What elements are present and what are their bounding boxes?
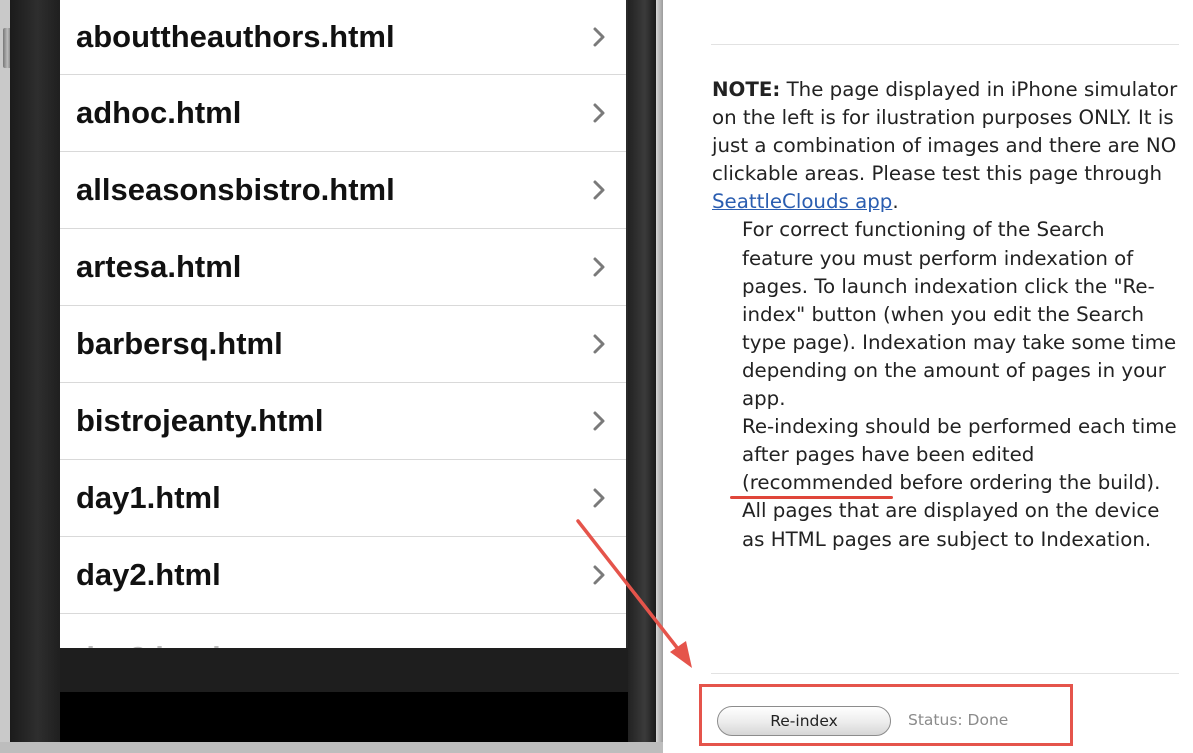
note-p1-end: . <box>892 190 899 214</box>
list-item[interactable]: day2.html <box>60 537 626 614</box>
chevron-right-icon <box>593 411 605 431</box>
chevron-right-icon <box>593 257 605 277</box>
file-name: allseasonsbistro.html <box>76 172 395 207</box>
list-item[interactable]: day1.html <box>60 460 626 537</box>
file-list: abouttheauthors.html adhoc.html allseaso… <box>60 0 626 648</box>
file-name: abouttheauthors.html <box>76 19 395 54</box>
divider-top <box>711 44 1179 45</box>
seattleclouds-app-link[interactable]: SeattleClouds app <box>712 190 892 213</box>
reindex-button[interactable]: Re-index <box>717 706 891 736</box>
simulator-bottom-frame <box>0 742 663 753</box>
note-paragraph-1: NOTE: The page displayed in iPhone simul… <box>712 76 1182 216</box>
list-item[interactable]: artesa.html <box>60 229 626 306</box>
list-item[interactable]: bistrojeanty.html <box>60 383 626 460</box>
list-item[interactable]: abouttheauthors.html <box>60 0 626 75</box>
simulator-bottom-area <box>60 692 628 742</box>
iphone-simulator: abouttheauthors.html adhoc.html allseaso… <box>0 0 663 753</box>
simulator-bottom-bar <box>60 648 628 692</box>
list-item[interactable]: barbersq.html <box>60 306 626 383</box>
list-item[interactable]: allseasonsbistro.html <box>60 152 626 229</box>
list-item-partial[interactable]: day3.html <box>60 614 626 648</box>
file-name: bistrojeanty.html <box>76 403 324 438</box>
note-paragraph-3: Re-indexing should be performed each tim… <box>712 413 1182 553</box>
simulator-bezel-right <box>628 0 656 753</box>
reindexing-highlight: Re-indexing <box>742 415 859 439</box>
file-name: day1.html <box>76 480 221 515</box>
chevron-right-icon <box>593 488 605 508</box>
annotation-underline <box>730 496 893 499</box>
chevron-right-icon <box>593 334 605 354</box>
file-name: adhoc.html <box>76 95 242 130</box>
status-text: Status: Done <box>908 711 1009 729</box>
file-name: barbersq.html <box>76 326 283 361</box>
note-p1-text: The page displayed in iPhone simulator o… <box>712 78 1178 186</box>
chevron-right-icon <box>593 103 605 123</box>
file-name: day3.html <box>76 640 221 648</box>
chevron-right-icon <box>593 565 605 585</box>
reindex-highlight-box: Re-index Status: Done <box>699 684 1073 746</box>
divider-bottom <box>711 673 1179 674</box>
simulator-rail <box>656 0 663 753</box>
note-text: NOTE: The page displayed in iPhone simul… <box>712 76 1182 554</box>
simulator-screen: abouttheauthors.html adhoc.html allseaso… <box>60 0 628 648</box>
note-lead: NOTE: <box>712 78 781 101</box>
note-panel: NOTE: The page displayed in iPhone simul… <box>663 0 1193 753</box>
chevron-right-icon <box>593 27 605 47</box>
simulator-bezel-left <box>10 0 60 753</box>
note-paragraph-2: For correct functioning of the Search fe… <box>742 218 1177 411</box>
file-name: artesa.html <box>76 249 242 284</box>
chevron-right-icon <box>593 180 605 200</box>
file-name: day2.html <box>76 557 221 592</box>
list-item[interactable]: adhoc.html <box>60 75 626 152</box>
